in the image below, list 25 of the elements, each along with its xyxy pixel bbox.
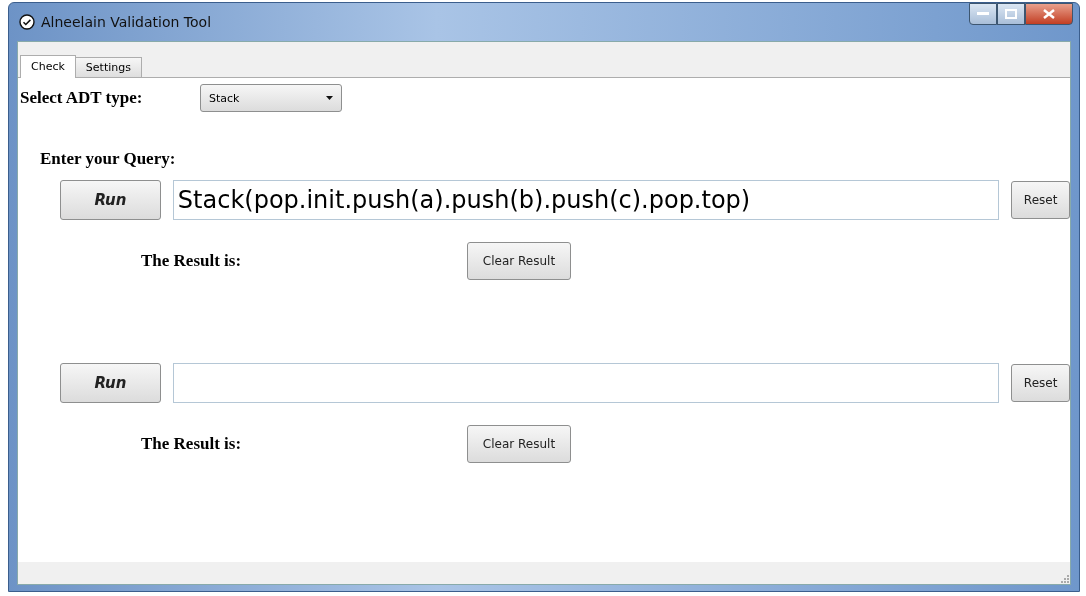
query-heading: Enter your Query: xyxy=(40,149,177,170)
run-button[interactable]: Run xyxy=(60,180,161,220)
reset-button[interactable]: Reset xyxy=(1011,181,1070,219)
close-button[interactable] xyxy=(1025,3,1073,25)
reset-button[interactable]: Reset xyxy=(1011,364,1070,402)
run-button[interactable]: Run xyxy=(60,363,161,403)
check-circle-icon xyxy=(19,14,35,30)
tab[interactable]: Check xyxy=(20,55,76,78)
query-input[interactable] xyxy=(172,363,1000,403)
clear-result-button[interactable]: Clear Result xyxy=(467,425,571,463)
caret-icon xyxy=(326,96,333,100)
query-input[interactable]: Stack(pop.init.push(a).push(b).push(c).pop.top) xyxy=(172,180,1000,220)
adt-type-label: Select ADT type: xyxy=(20,88,144,108)
minimize-icon xyxy=(977,12,989,16)
close-icon xyxy=(1043,9,1055,19)
adt-type-dropdown[interactable]: Stack xyxy=(200,84,342,112)
resize-grip-icon xyxy=(1060,574,1070,584)
tab[interactable]: Settings xyxy=(74,57,142,77)
maximize-icon xyxy=(1005,9,1017,19)
result-label: The Result is: xyxy=(141,434,243,454)
result-label: The Result is: xyxy=(141,251,243,271)
window-title: Alneelain Validation Tool xyxy=(41,14,212,30)
clear-result-button[interactable]: Clear Result xyxy=(467,242,571,280)
minimize-button[interactable] xyxy=(969,3,997,25)
maximize-button[interactable] xyxy=(997,3,1025,25)
